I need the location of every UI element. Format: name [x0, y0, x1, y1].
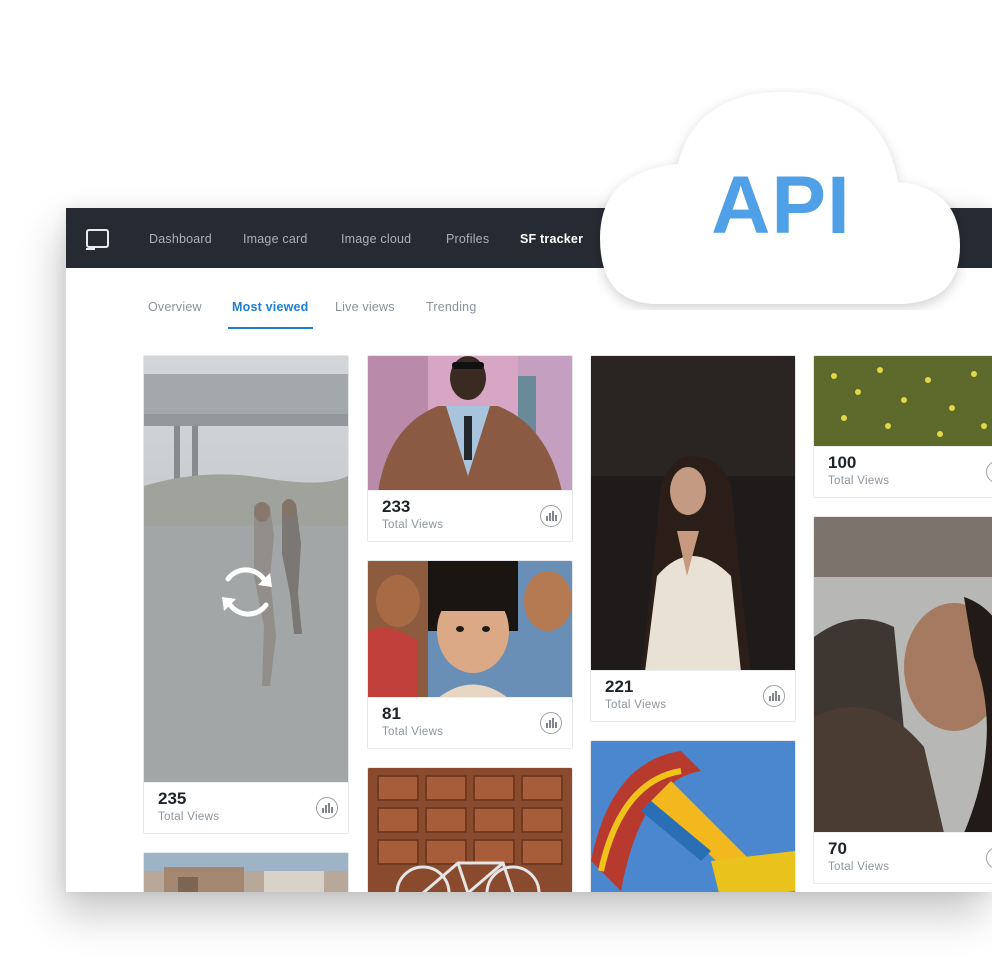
- image-card[interactable]: 233 Total Views: [367, 355, 573, 542]
- bar-chart-icon[interactable]: [986, 461, 992, 483]
- card-footer: 100 Total Views: [814, 446, 992, 497]
- image-card[interactable]: 100 Total Views: [813, 355, 992, 498]
- views-count: 221: [605, 677, 634, 696]
- photo-woman-lying-down: [814, 517, 992, 833]
- nav-profiles[interactable]: Profiles: [446, 208, 489, 268]
- image-card[interactable]: 81 Total Views: [367, 560, 573, 749]
- views-label: Total Views: [605, 699, 667, 711]
- bar-chart-icon[interactable]: [540, 712, 562, 734]
- card-footer: 221 Total Views: [591, 670, 795, 721]
- views-label: Total Views: [828, 475, 890, 487]
- views-label: Total Views: [158, 811, 220, 823]
- photo-woman-white-dress: [591, 356, 795, 672]
- tab-trending[interactable]: Trending: [426, 300, 476, 330]
- image-card[interactable]: 235 Total Views: [143, 355, 349, 834]
- tab-overview[interactable]: Overview: [148, 300, 202, 330]
- photo-bicycle-door: [368, 768, 572, 892]
- card-footer: 70 Total Views: [814, 832, 992, 883]
- nav-image-card[interactable]: Image card: [243, 208, 308, 268]
- image-card[interactable]: [590, 740, 796, 892]
- card-footer: 235 Total Views: [144, 782, 348, 833]
- views-count: 233: [382, 497, 411, 516]
- refresh-icon: [222, 567, 272, 617]
- views-count: 235: [158, 789, 187, 808]
- image-card[interactable]: [143, 852, 349, 892]
- image-card[interactable]: [367, 767, 573, 892]
- photo-yellow-flowers: [814, 356, 992, 448]
- views-label: Total Views: [382, 519, 444, 531]
- photo-amusement-ride: [591, 741, 795, 892]
- bar-chart-icon[interactable]: [316, 797, 338, 819]
- tab-most-viewed[interactable]: Most viewed: [228, 300, 313, 330]
- monitor-icon[interactable]: [86, 229, 109, 250]
- api-label: API: [711, 160, 851, 251]
- card-footer: 233 Total Views: [368, 490, 572, 541]
- bar-chart-icon[interactable]: [986, 847, 992, 869]
- views-label: Total Views: [828, 861, 890, 873]
- photo-building: [144, 853, 348, 892]
- nav-image-cloud[interactable]: Image cloud: [341, 208, 411, 268]
- views-label: Total Views: [382, 726, 444, 738]
- tab-live-views[interactable]: Live views: [335, 300, 395, 330]
- app-window: Dashboard Image card Image cloud Profile…: [66, 208, 992, 892]
- views-count: 70: [828, 839, 847, 858]
- image-card[interactable]: 70 Total Views: [813, 516, 992, 884]
- nav-dashboard[interactable]: Dashboard: [149, 208, 212, 268]
- photo-man-leather-jacket: [368, 356, 572, 492]
- photo-children: [368, 561, 572, 698]
- nav-sf-tracker[interactable]: SF tracker: [520, 208, 583, 268]
- views-count: 100: [828, 453, 857, 472]
- views-count: 81: [382, 704, 401, 723]
- bar-chart-icon[interactable]: [540, 505, 562, 527]
- image-card[interactable]: 221 Total Views: [590, 355, 796, 722]
- card-footer: 81 Total Views: [368, 697, 572, 748]
- bar-chart-icon[interactable]: [763, 685, 785, 707]
